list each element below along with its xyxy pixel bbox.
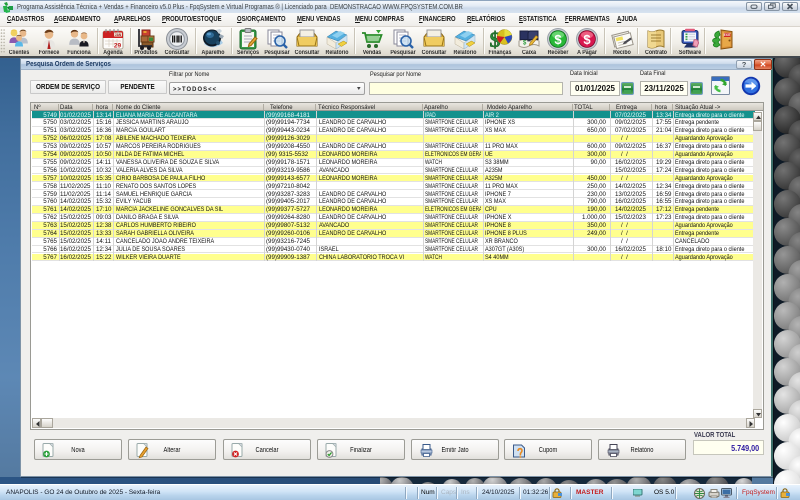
svg-text:JAN: JAN	[114, 33, 121, 37]
svg-text:$: $	[583, 32, 591, 47]
svg-text:EXIT: EXIT	[723, 33, 730, 37]
svg-text:29: 29	[113, 43, 121, 50]
svg-text:$: $	[554, 32, 562, 47]
